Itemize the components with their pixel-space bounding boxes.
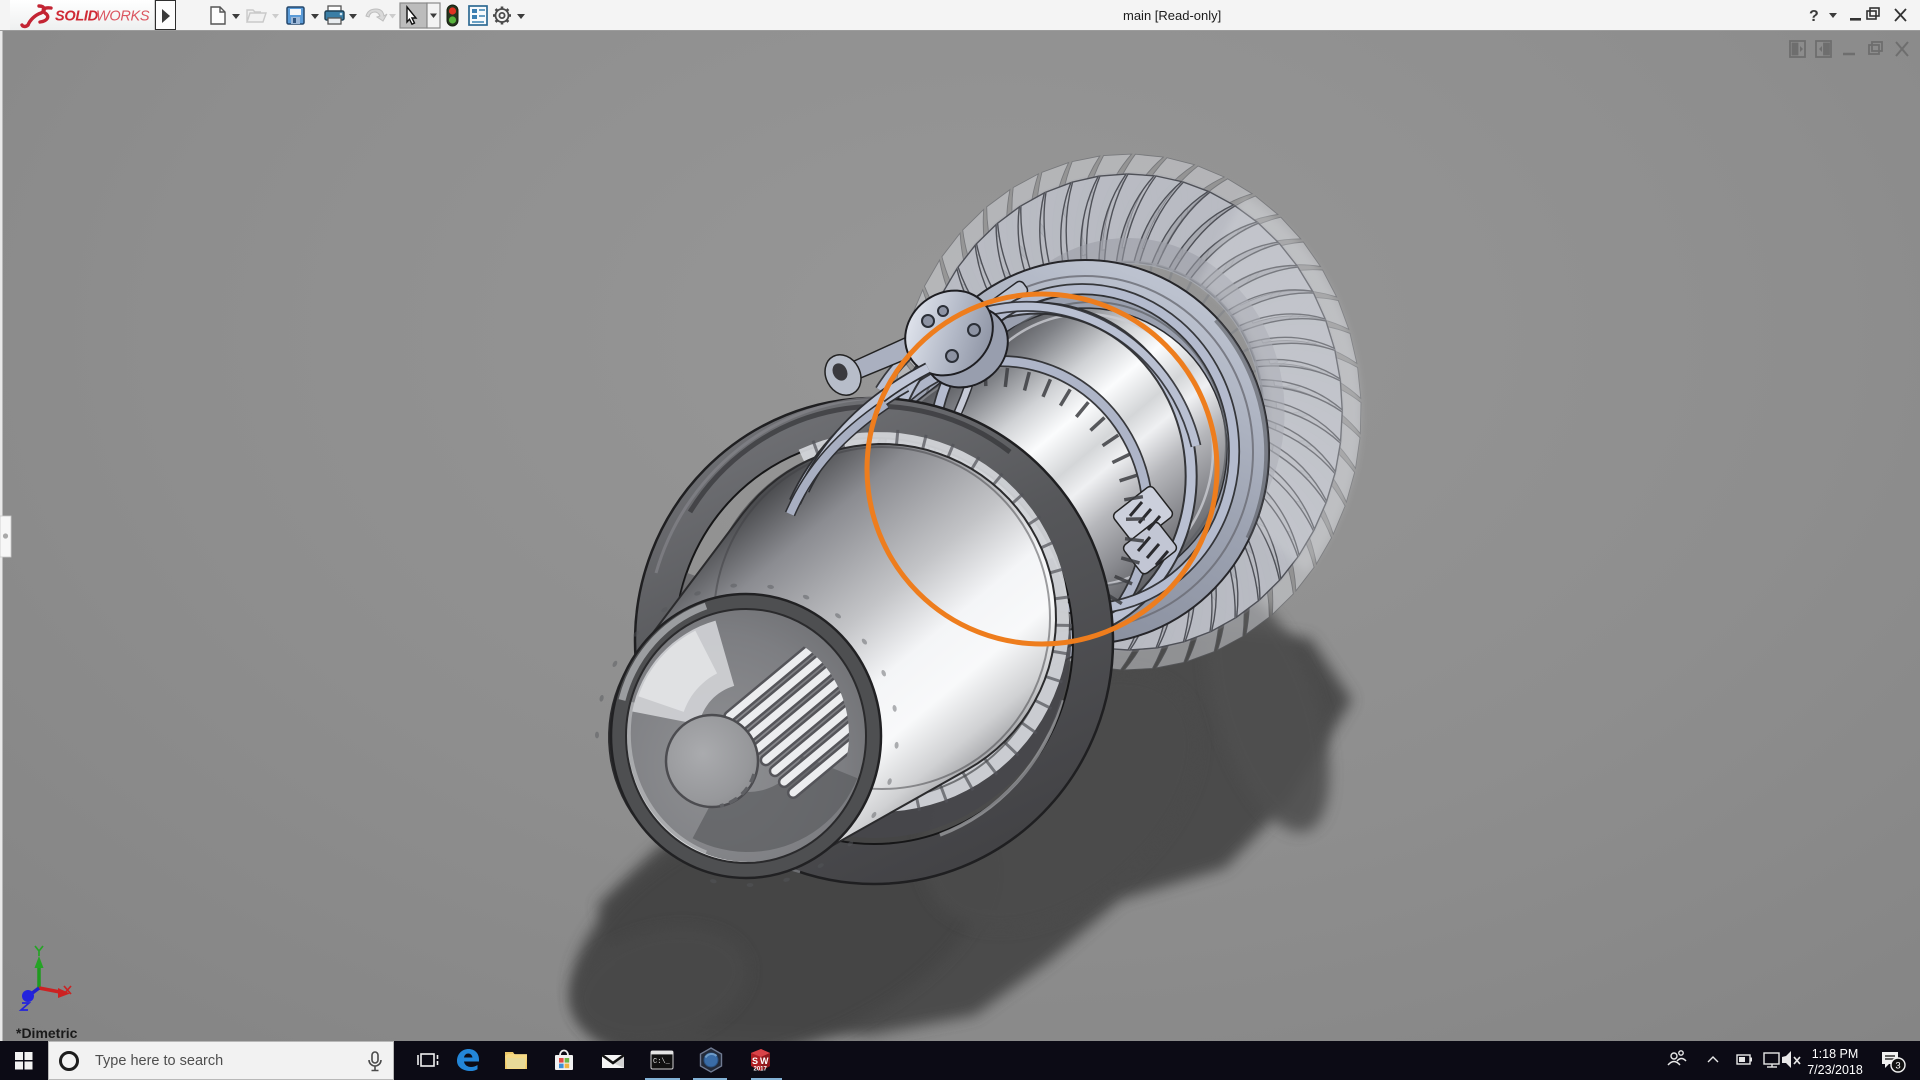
svg-text:C:\_: C:\_: [653, 1058, 671, 1066]
svg-text:?: ?: [1809, 8, 1819, 25]
svg-text:S: S: [752, 1056, 758, 1066]
svg-text:W: W: [760, 1056, 769, 1066]
svg-text:7/23/2018: 7/23/2018: [1807, 1063, 1863, 1077]
svg-text:1:18 PM: 1:18 PM: [1812, 1047, 1859, 1061]
svg-text:2017: 2017: [754, 1067, 768, 1073]
svg-text:*Dimetric: *Dimetric: [16, 1025, 78, 1041]
svg-text:3: 3: [1895, 1061, 1900, 1072]
